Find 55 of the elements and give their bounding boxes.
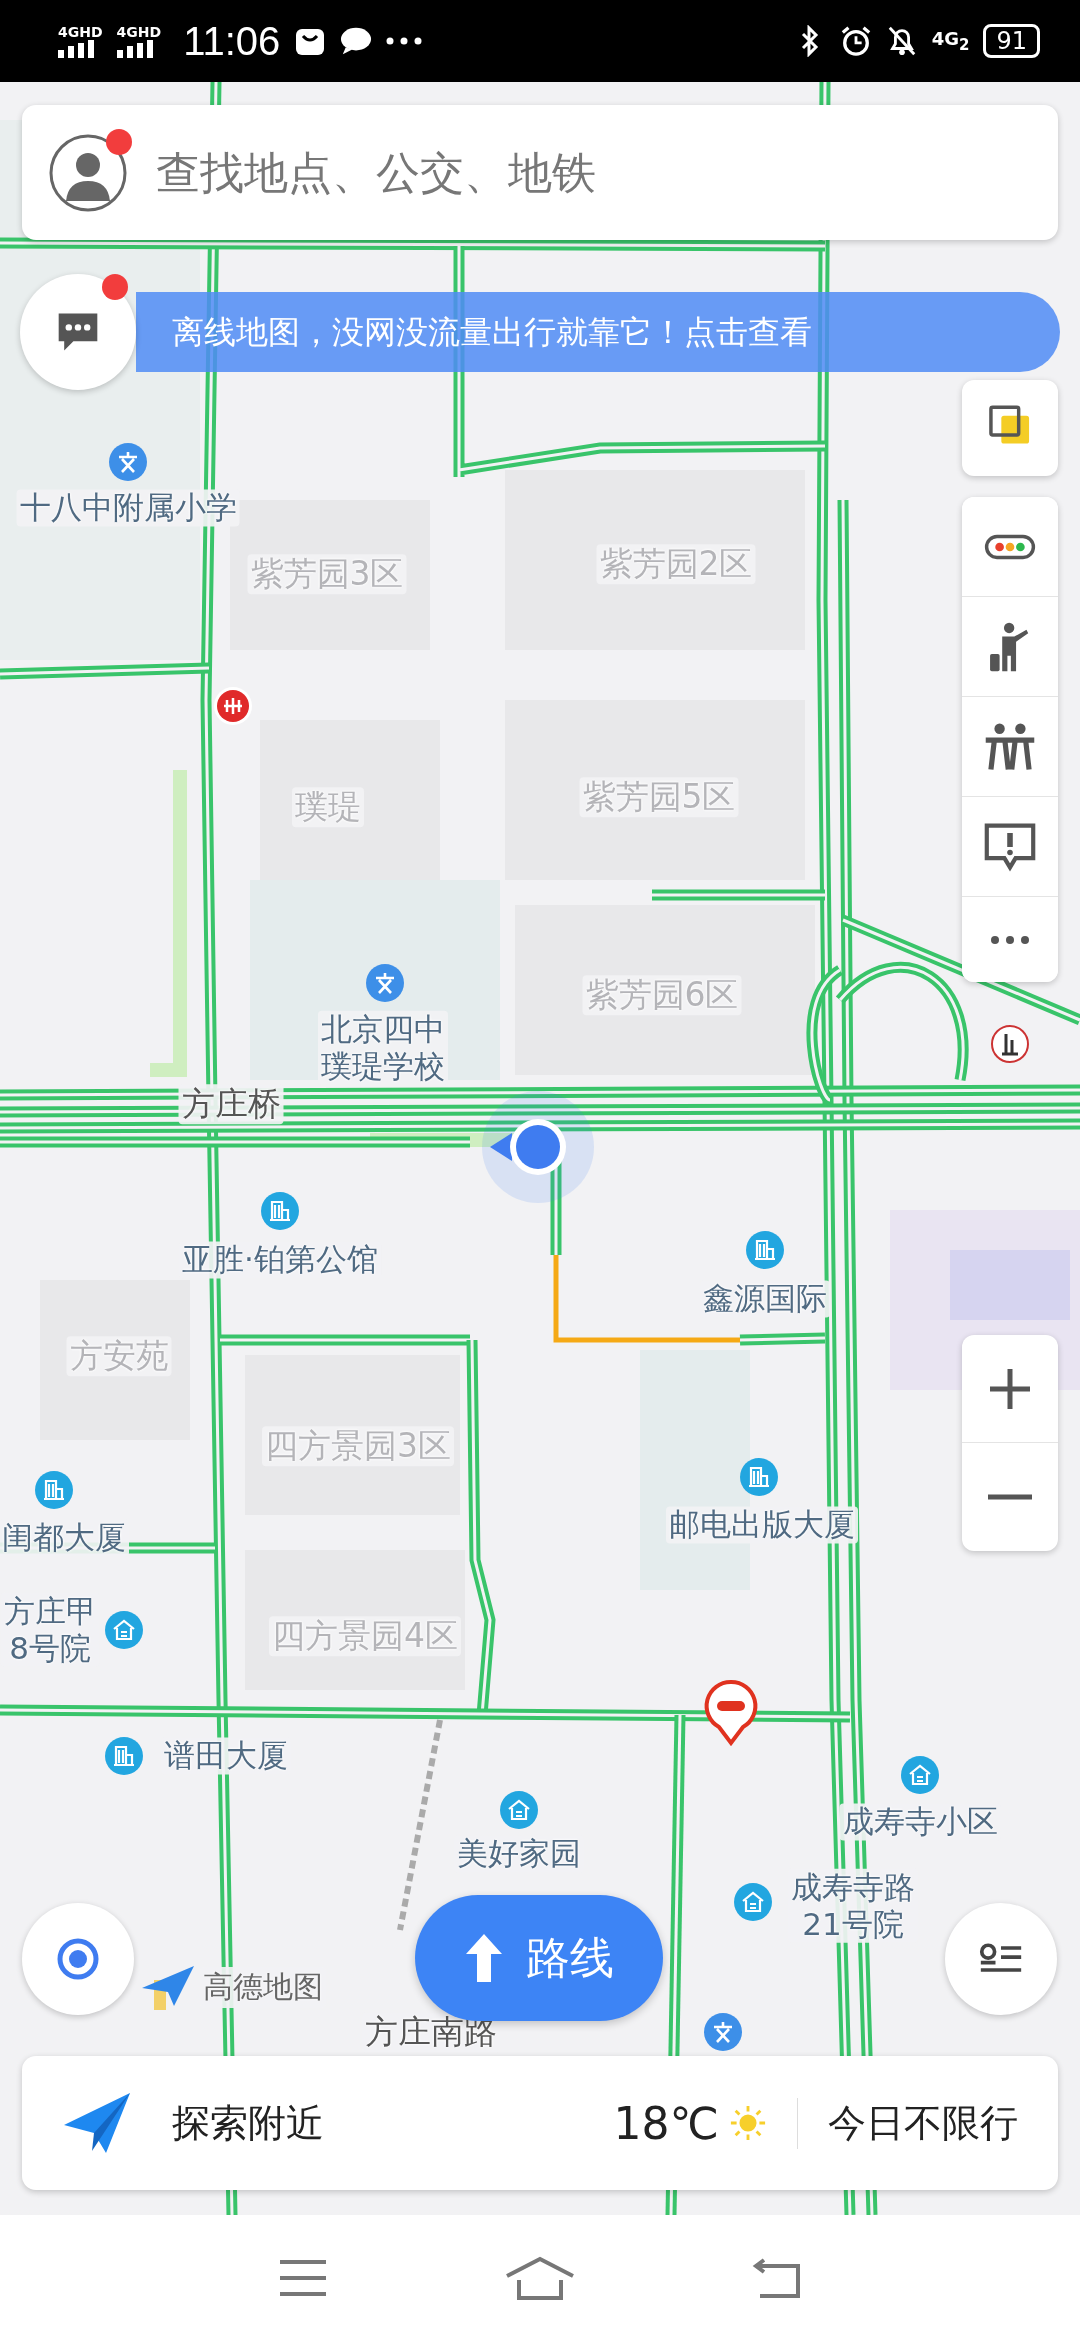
layers-button[interactable] [962, 380, 1058, 476]
more-notifications-icon [386, 37, 423, 45]
clock-time: 11:06 [183, 18, 281, 64]
network-type: 4GHD [116, 24, 162, 40]
search-bar[interactable]: 查找地点、公交、地铁 [22, 105, 1058, 240]
school-icon[interactable] [365, 963, 405, 1003]
house-icon[interactable] [499, 1790, 539, 1830]
no-entry-pin-icon[interactable] [703, 1679, 759, 1749]
plus-icon [988, 1366, 1032, 1411]
map-label: 紫芳园5区 [579, 777, 739, 817]
map-label: 方安苑 [66, 1336, 172, 1376]
temperature: 18℃ [613, 2097, 719, 2149]
school-icon[interactable] [108, 442, 148, 482]
building-icon[interactable] [745, 1230, 785, 1270]
home-icon[interactable] [505, 2255, 575, 2300]
school-icon[interactable] [703, 2012, 743, 2052]
building-icon[interactable] [260, 1191, 300, 1231]
up-arrow-icon [464, 1932, 504, 1984]
network-type: 4G$_{2}$ [931, 28, 970, 54]
map-label: 四方景园4区 [269, 1616, 461, 1656]
chat-icon [340, 25, 373, 57]
building-icon[interactable] [104, 1736, 144, 1776]
map-label: 十八中附属小学 [16, 489, 240, 527]
menu-icon[interactable] [278, 2257, 329, 2298]
map-label: 鑫源国际 [700, 1280, 830, 1318]
more-icon [990, 934, 1030, 945]
map-label: 闺都大厦 [0, 1519, 129, 1557]
traffic-button[interactable] [962, 497, 1058, 597]
building-icon[interactable] [739, 1457, 779, 1497]
explore-nearby-link[interactable]: 探索附近 [172, 2097, 324, 2149]
map-label: 邮电出版大厦 [666, 1506, 858, 1544]
minus-icon [988, 1494, 1032, 1500]
network-type: 4GHD [58, 24, 103, 40]
map-label: 紫芳园6区 [582, 975, 742, 1015]
map-label: 方庄桥 [178, 1084, 284, 1124]
alarm-icon [839, 25, 872, 57]
paper-plane-icon[interactable] [62, 2091, 132, 2155]
search-field[interactable]: 查找地点、公交、地铁 [154, 146, 1032, 199]
building-icon[interactable] [34, 1470, 74, 1510]
taxi-button[interactable] [962, 597, 1058, 697]
avatar-icon[interactable] [48, 132, 128, 213]
back-icon[interactable] [751, 2257, 802, 2298]
feedback-button[interactable] [962, 797, 1058, 897]
traffic-restriction-text[interactable]: 今日不限行 [797, 2097, 1018, 2149]
map-label: 紫芳园3区 [247, 554, 407, 594]
map-label: 紫芳园2区 [596, 544, 756, 584]
house-icon[interactable] [900, 1755, 940, 1795]
house-icon[interactable] [104, 1610, 144, 1650]
map-label: 四方景园3区 [262, 1426, 454, 1466]
map-label: 璞瑅 [292, 787, 364, 827]
companions-button[interactable] [962, 697, 1058, 797]
battery-indicator: 91 [983, 24, 1040, 58]
locate-icon [56, 1937, 100, 1981]
house-icon[interactable] [733, 1882, 773, 1922]
sun-icon [729, 2104, 767, 2142]
